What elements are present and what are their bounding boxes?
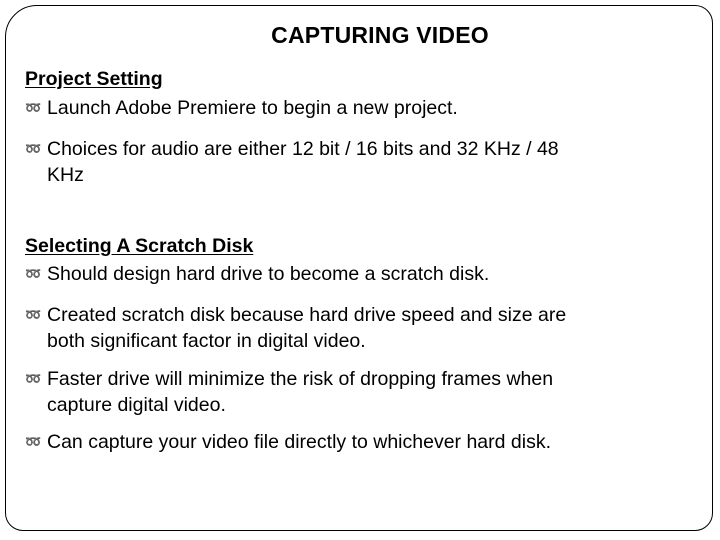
curly-loop-bullet-icon: ➿ (25, 371, 42, 386)
curly-loop-bullet-icon: ➿ (25, 307, 42, 322)
curly-loop-bullet-icon: ➿ (25, 434, 42, 449)
section-heading-scratch-disk: Selecting A Scratch Disk (25, 235, 254, 257)
slide-title: CAPTURING VIDEO (271, 22, 489, 48)
curly-loop-bullet-icon: ➿ (25, 100, 42, 115)
bullet-item: ➿ Should design hard drive to become a sc… (25, 263, 490, 285)
section-heading-project-setting: Project Setting (25, 68, 163, 90)
bullet-item: ➿ Launch Adobe Premiere to begin a new pr… (25, 97, 458, 119)
curly-loop-bullet-icon: ➿ (25, 141, 42, 156)
bullet-item: ➿ Faster drive will minimize the risk of … (25, 368, 554, 416)
bullet-item: ➿ Can capture your video file directly to… (25, 431, 551, 453)
bullet-item: ➿ Created scratch disk because hard drive… (25, 304, 567, 352)
bullet-item: ➿ Choices for audio are either 12 bit / 1… (25, 138, 559, 186)
curly-loop-bullet-icon: ➿ (25, 266, 42, 281)
